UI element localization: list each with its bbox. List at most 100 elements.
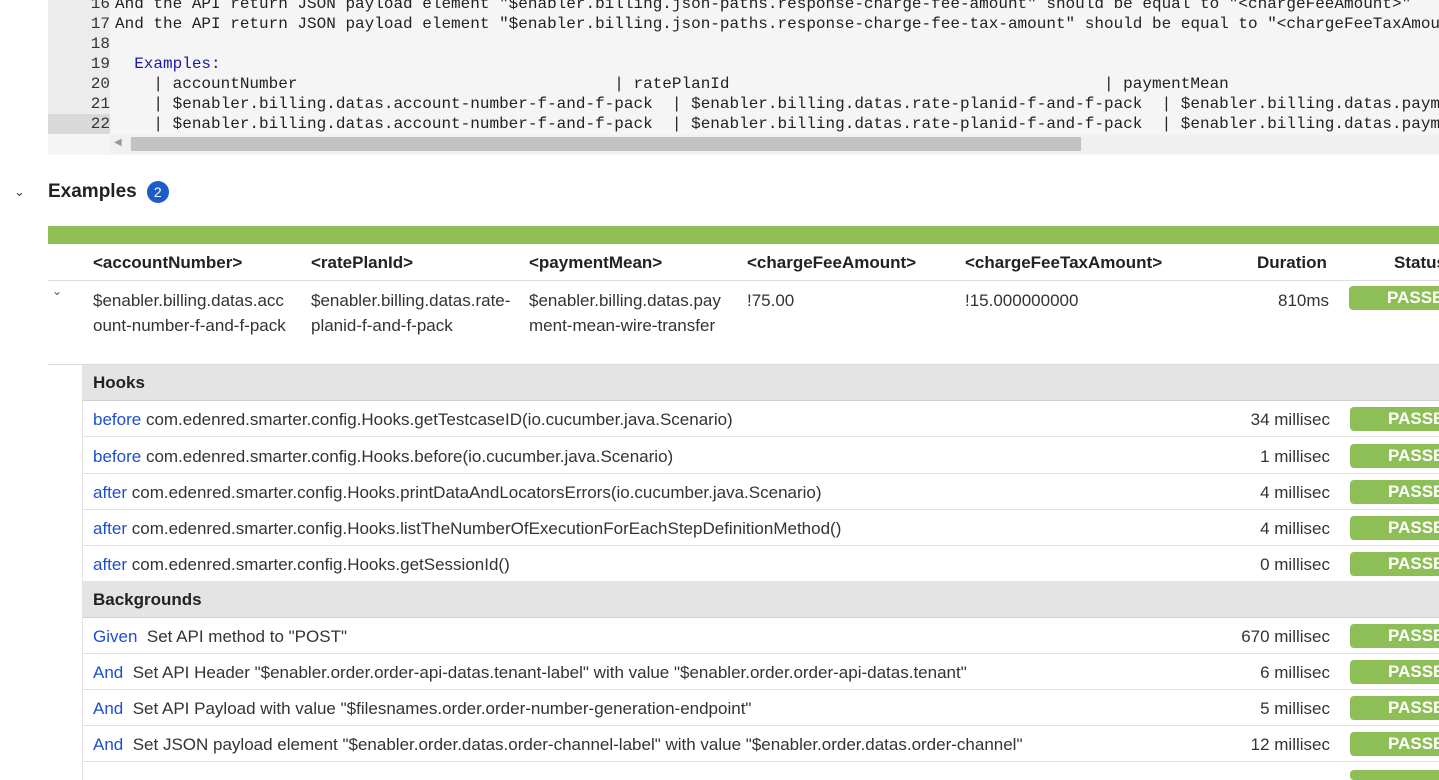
step-text: And Set JSON payload element "$enabler.o…	[93, 735, 1023, 755]
hook-row[interactable]: before com.edenred.smarter.config.Hooks.…	[83, 401, 1439, 437]
column-header-status[interactable]: Status	[1394, 253, 1439, 273]
status-badge: PASSED	[1350, 552, 1439, 576]
code-text: And the API return JSON payload element …	[115, 0, 1412, 13]
hook-text: after com.edenred.smarter.config.Hooks.l…	[93, 519, 841, 539]
cell-charge-fee-amount: !75.00	[747, 291, 795, 310]
status-badge: PASSED	[1350, 516, 1439, 540]
code-text: And the API return JSON payload element …	[115, 15, 1439, 33]
code-text: | accountNumber | ratePlanId | paymentMe…	[115, 75, 1229, 93]
line-number: 18	[48, 34, 110, 54]
step-row[interactable]: And Set API Header "$enabler.order.order…	[83, 654, 1439, 690]
examples-title: Examples	[48, 181, 137, 202]
step-text: And Set API Header "$enabler.order.order…	[93, 663, 967, 683]
column-header-rate-plan-id[interactable]: <ratePlanId>	[311, 253, 413, 273]
code-line: 18	[48, 34, 1439, 54]
code-text: Examples:	[115, 55, 221, 73]
scroll-left-arrow-icon[interactable]: ◀	[114, 137, 122, 148]
hook-duration: 34 millisec	[1250, 410, 1330, 429]
code-text: | $enabler.billing.datas.account-number-…	[153, 95, 1439, 113]
step-duration: 5 millisec	[1260, 699, 1330, 718]
hook-row[interactable]: after com.edenred.smarter.config.Hooks.l…	[83, 510, 1439, 546]
status-badge: PASSED	[1350, 660, 1439, 684]
hooks-section-header: Hooks	[83, 365, 1439, 401]
column-header-charge-fee-amount[interactable]: <chargeFeeAmount>	[747, 253, 916, 273]
status-badge	[1350, 770, 1439, 780]
divider	[48, 280, 1439, 281]
hook-text: before com.edenred.smarter.config.Hooks.…	[93, 447, 673, 467]
backgrounds-title: Backgrounds	[93, 590, 202, 609]
hook-text: after com.edenred.smarter.config.Hooks.g…	[93, 555, 510, 575]
chevron-down-icon: ⌄	[14, 184, 25, 200]
line-number: 22	[48, 114, 110, 134]
step-duration: 12 millisec	[1250, 735, 1330, 754]
cell-duration: 810ms	[1278, 291, 1330, 310]
step-description: Set API Payload with value "$filesnames.…	[132, 699, 752, 718]
step-keyword: And	[93, 699, 124, 718]
chevron-down-icon[interactable]: ⌄	[52, 284, 62, 298]
hook-keyword: before	[93, 447, 142, 466]
column-header-charge-fee-tax-amount[interactable]: <chargeFeeTaxAmount>	[965, 253, 1162, 273]
hook-keyword: after	[93, 483, 128, 502]
hook-keyword: after	[93, 555, 128, 574]
step-row[interactable]: And Set JSON payload element "$enabler.o…	[83, 726, 1439, 762]
status-badge: PASSED	[1350, 624, 1439, 648]
step-text: And Set API Payload with value "$filesna…	[93, 699, 751, 719]
code-line: 20 | accountNumber | ratePlanId | paymen…	[48, 74, 1439, 94]
cell-charge-fee-tax-amount: !15.000000000	[965, 291, 1079, 310]
hook-row[interactable]: after com.edenred.smarter.config.Hooks.p…	[83, 474, 1439, 510]
column-header-payment-mean[interactable]: <paymentMean>	[529, 253, 662, 273]
cell-payment-mean: $enabler.billing.datas.payment-mean-wire…	[529, 291, 721, 335]
code-line: 21 | $enabler.billing.datas.account-numb…	[48, 94, 1439, 114]
hook-duration: 0 millisec	[1260, 555, 1330, 574]
step-description: Set API Header "$enabler.order.order-api…	[132, 663, 967, 682]
backgrounds-section-header: Backgrounds	[83, 582, 1439, 618]
hook-method: com.edenred.smarter.config.Hooks.getSess…	[131, 555, 510, 574]
code-line-current: 22 | $enabler.billing.datas.account-numb…	[48, 114, 1439, 134]
hook-duration: 4 millisec	[1260, 519, 1330, 538]
hook-text: before com.edenred.smarter.config.Hooks.…	[93, 410, 733, 430]
line-number: 16	[48, 0, 110, 14]
step-duration: 670 millisec	[1241, 627, 1330, 646]
line-number: 19	[48, 54, 110, 74]
code-text: | $enabler.billing.datas.account-number-…	[153, 115, 1439, 133]
hook-keyword: before	[93, 410, 142, 429]
status-badge: PASSED	[1350, 732, 1439, 756]
hook-row[interactable]: after com.edenred.smarter.config.Hooks.g…	[83, 546, 1439, 582]
step-row[interactable]: Given Set API method to "POST" 670 milli…	[83, 618, 1439, 654]
hook-row[interactable]: before com.edenred.smarter.config.Hooks.…	[83, 438, 1439, 474]
cell-account-number: $enabler.billing.datas.account-number-f-…	[93, 291, 286, 335]
hook-keyword: after	[93, 519, 128, 538]
step-row-partial[interactable]	[83, 762, 1439, 780]
step-keyword: And	[93, 663, 124, 682]
hook-text: after com.edenred.smarter.config.Hooks.p…	[93, 483, 822, 503]
cell-rate-plan-id: $enabler.billing.datas.rate-planid-f-and…	[311, 291, 511, 335]
status-badge: PASSED	[1350, 444, 1439, 468]
step-keyword: Given	[93, 627, 138, 646]
step-duration: 6 millisec	[1260, 663, 1330, 682]
line-number: 21	[48, 94, 110, 114]
column-header-account-number[interactable]: <accountNumber>	[93, 253, 242, 273]
line-number: 17	[48, 14, 110, 34]
hook-duration: 1 millisec	[1260, 447, 1330, 466]
hook-method: com.edenred.smarter.config.Hooks.getTest…	[145, 410, 733, 429]
examples-count-badge: 2	[146, 181, 169, 203]
step-row[interactable]: And Set API Payload with value "$filesna…	[83, 690, 1439, 726]
step-keyword: And	[93, 735, 124, 754]
column-header-duration[interactable]: Duration	[1257, 253, 1327, 273]
hook-method: com.edenred.smarter.config.Hooks.before(…	[145, 447, 674, 466]
code-line: 17 And the API return JSON payload eleme…	[48, 14, 1439, 34]
code-viewer: 16 And the API return JSON payload eleme…	[48, 0, 1439, 155]
hooks-title: Hooks	[93, 373, 145, 392]
line-number: 20	[48, 74, 110, 94]
examples-section-toggle[interactable]: ⌄ Examples 2	[14, 178, 169, 206]
step-description: Set API method to "POST"	[146, 627, 347, 646]
horizontal-scroll-thumb[interactable]	[131, 137, 1081, 151]
code-line: 19 Examples:	[48, 54, 1439, 74]
hook-method: com.edenred.smarter.config.Hooks.listThe…	[131, 519, 842, 538]
step-description: Set JSON payload element "$enabler.order…	[132, 735, 1023, 754]
status-badge: PASSED	[1350, 480, 1439, 504]
status-badge: PASSED	[1350, 696, 1439, 720]
progress-bar-passed	[48, 226, 1439, 244]
code-line: 16 And the API return JSON payload eleme…	[48, 0, 1439, 14]
status-badge: PASSED	[1350, 407, 1439, 431]
